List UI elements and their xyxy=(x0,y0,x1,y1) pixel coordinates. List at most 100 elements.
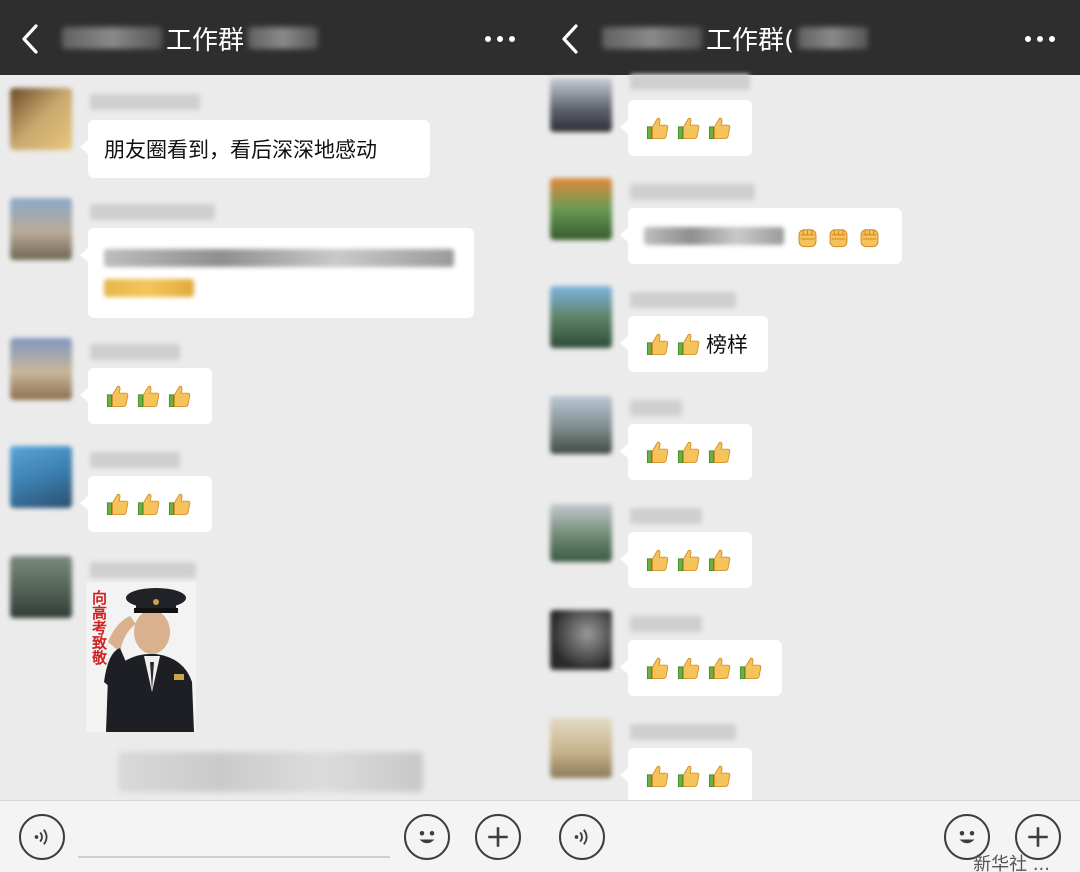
chat-header: 工作群 xyxy=(0,0,540,75)
voice-button[interactable] xyxy=(19,814,65,860)
thumbs-up-icon xyxy=(644,331,671,358)
thumbs-up-icon xyxy=(675,439,702,466)
thumbs-up-icon xyxy=(644,547,671,574)
blurred-group-name xyxy=(62,27,162,49)
watermark-text: 新华社 ... xyxy=(973,854,1050,872)
thumbs-up-icon xyxy=(706,439,733,466)
sender-name xyxy=(90,344,180,360)
message-bubble[interactable] xyxy=(80,476,212,532)
message-bubble[interactable]: 朋友圈看到，看后深深地感动 xyxy=(80,120,430,178)
message-bubble[interactable] xyxy=(620,748,752,804)
thumbs-up-icon xyxy=(135,383,162,410)
message-bubble[interactable] xyxy=(80,228,474,318)
text-input-field[interactable] xyxy=(78,856,390,858)
blurred-message-text xyxy=(104,249,454,267)
fist-row xyxy=(794,223,883,250)
sender-name xyxy=(630,74,750,90)
thumbs-up-icon xyxy=(706,655,733,682)
thumbs-row xyxy=(644,763,733,790)
more-options-icon[interactable] xyxy=(480,24,520,54)
group-title-text: 工作群 xyxy=(166,25,245,56)
avatar[interactable] xyxy=(550,178,612,240)
sender-name xyxy=(90,452,180,468)
thumbs-up-icon xyxy=(166,491,193,518)
chat-header: 工作群( xyxy=(540,0,1080,75)
message-bubble[interactable] xyxy=(620,532,752,588)
avatar[interactable] xyxy=(10,338,72,400)
blurred-member-count xyxy=(248,27,319,49)
avatar[interactable] xyxy=(10,556,72,618)
plus-icon xyxy=(488,827,508,847)
message-bubble[interactable] xyxy=(620,424,752,480)
back-chevron-icon[interactable] xyxy=(556,22,584,56)
avatar[interactable] xyxy=(550,286,612,348)
back-chevron-icon[interactable] xyxy=(16,22,44,56)
message-text: 榜样 xyxy=(706,333,748,357)
voice-button[interactable] xyxy=(559,814,605,860)
sender-name xyxy=(90,204,215,220)
thumbs-up-icon xyxy=(706,763,733,790)
thumbs-up-icon xyxy=(104,383,131,410)
thumbs-row xyxy=(104,491,193,518)
avatar[interactable] xyxy=(550,718,612,778)
thumbs-row xyxy=(644,439,733,466)
thumbs-up-icon xyxy=(675,331,702,358)
avatar[interactable] xyxy=(550,504,612,562)
emoji-button[interactable] xyxy=(404,814,450,860)
thumbs-up-icon xyxy=(706,547,733,574)
thumbs-row xyxy=(104,383,193,410)
sender-name xyxy=(630,184,755,200)
thumbs-up-icon xyxy=(737,655,764,682)
sticker-caption: 向高考致敬 xyxy=(90,590,108,665)
avatar[interactable] xyxy=(10,446,72,508)
thumbs-up-icon xyxy=(675,547,702,574)
smiley-icon xyxy=(419,831,435,844)
sender-name xyxy=(630,616,702,632)
sender-name xyxy=(630,724,736,740)
message-bubble[interactable] xyxy=(80,368,212,424)
voice-icon xyxy=(34,829,48,845)
sender-name xyxy=(630,292,736,308)
thumbs-up-icon xyxy=(166,383,193,410)
chat-comparison: 工作群 朋友圈看到，看后深深地感动 向高考致敬 工作群(榜样 新华社 ... xyxy=(0,0,1080,872)
thumbs-up-icon xyxy=(706,115,733,142)
message-bubble[interactable] xyxy=(620,640,782,696)
thumbs-row xyxy=(644,115,733,142)
more-options-icon[interactable] xyxy=(1020,24,1060,54)
thumbs-up-icon xyxy=(675,763,702,790)
blurred-member-count xyxy=(798,27,869,49)
sender-name xyxy=(630,508,702,524)
thumbs-up-icon xyxy=(675,115,702,142)
thumbs-up-icon xyxy=(675,655,702,682)
message-bubble[interactable] xyxy=(620,100,752,156)
avatar[interactable] xyxy=(550,610,612,670)
fist-icon xyxy=(794,223,821,250)
thumbs-up-icon xyxy=(644,655,671,682)
avatar[interactable] xyxy=(10,88,72,150)
blurred-message-text xyxy=(644,227,784,245)
message-bubble[interactable]: 榜样 xyxy=(620,316,768,372)
message-bubble[interactable] xyxy=(620,208,902,264)
blurred-system-notice xyxy=(118,752,423,792)
thumbs-up-icon xyxy=(644,439,671,466)
avatar[interactable] xyxy=(10,198,72,260)
sender-name xyxy=(90,94,200,110)
avatar[interactable] xyxy=(550,396,612,454)
chat-input-bar xyxy=(0,800,540,872)
sender-name xyxy=(630,400,682,416)
salute-sticker[interactable]: 向高考致敬 xyxy=(86,582,196,732)
smiley-icon xyxy=(959,831,975,844)
thumbs-row xyxy=(644,331,702,358)
group-title-text: 工作群( xyxy=(706,25,795,56)
more-functions-button[interactable] xyxy=(475,814,521,860)
thumbs-up-icon xyxy=(644,115,671,142)
left-chat-screen: 工作群 朋友圈看到，看后深深地感动 向高考致敬 xyxy=(0,0,540,872)
thumbs-row xyxy=(644,655,764,682)
blurred-emoji xyxy=(104,279,194,297)
group-title: 工作群 xyxy=(62,20,319,56)
avatar[interactable] xyxy=(550,78,612,132)
message-text: 朋友圈看到，看后深深地感动 xyxy=(104,138,377,162)
thumbs-up-icon xyxy=(644,763,671,790)
fist-icon xyxy=(825,223,852,250)
right-chat-screen: 工作群( 榜样 新华社 ... xyxy=(540,0,1080,872)
